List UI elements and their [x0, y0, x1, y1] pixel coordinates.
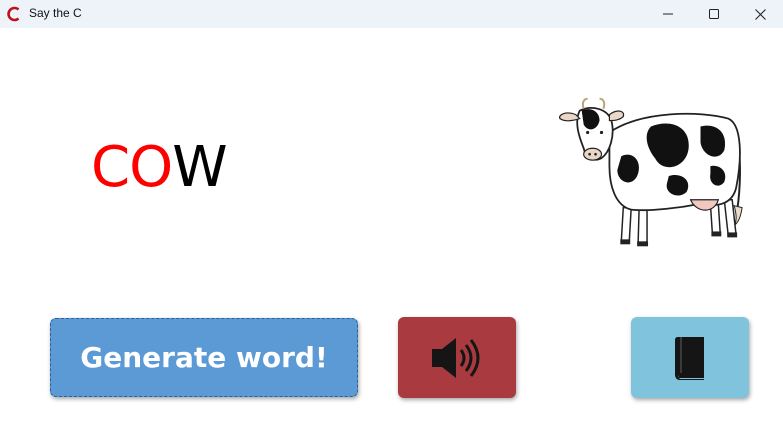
word-remaining-letters: W [172, 135, 227, 200]
generate-word-button[interactable]: Generate word! [50, 318, 358, 397]
maximize-button[interactable] [691, 0, 737, 28]
dictionary-button[interactable] [631, 317, 749, 398]
minimize-icon [663, 13, 673, 15]
app-c-icon [7, 6, 20, 22]
word-display: COW [91, 130, 228, 206]
generate-word-label: Generate word! [80, 341, 328, 374]
speaker-icon [432, 337, 480, 378]
minimize-button[interactable] [645, 0, 691, 28]
play-sound-button[interactable] [398, 317, 516, 398]
close-button[interactable] [737, 0, 783, 28]
window-title: Say the C [29, 6, 82, 20]
title-bar: Say the C [0, 0, 783, 28]
word-highlighted-letters: CO [91, 135, 173, 200]
maximize-icon [709, 9, 719, 19]
book-icon [674, 336, 704, 380]
cow-picture [559, 97, 743, 247]
close-icon [754, 8, 766, 20]
